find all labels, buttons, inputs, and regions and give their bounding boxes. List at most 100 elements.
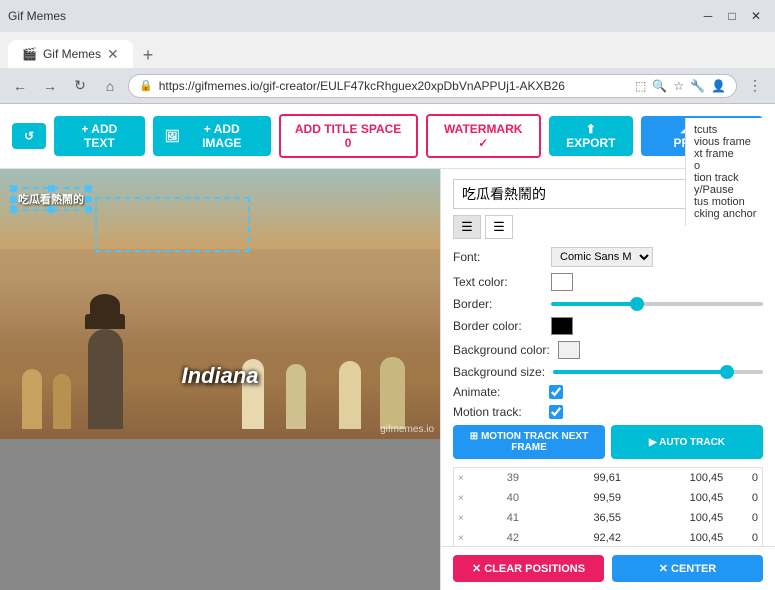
motion-track-label: Motion track:	[453, 405, 543, 419]
canvas-area: 吃瓜看熱鬧的 Indiana gifmemes.io	[0, 169, 440, 590]
table-row: × 42 92,42 100,45 0	[454, 528, 762, 546]
background-color-swatch[interactable]	[558, 341, 580, 359]
handle-bottom-middle[interactable]	[48, 206, 55, 213]
clear-positions-label: ✕ CLEAR POSITIONS	[472, 563, 585, 575]
add-image-button[interactable]: 🖼 + ADD IMAGE	[153, 116, 271, 156]
text-color-row: Text color:	[453, 273, 763, 291]
border-color-row: Border color:	[453, 317, 763, 335]
track-table-body: × 39 99,61 100,45 0 × 40 99,59 100,45 0 …	[454, 468, 762, 546]
border-color-swatch[interactable]	[551, 317, 573, 335]
border-color-label: Border color:	[453, 319, 543, 333]
shortcut-item-5: tion track	[694, 172, 767, 184]
row-s: 0	[727, 508, 762, 528]
handle-middle-left[interactable]	[10, 196, 17, 203]
title-bar: Gif Memes ─ □ ✕	[0, 0, 775, 32]
url-bar[interactable]: 🔒 https://gifmemes.io/gif-creator/EULF47…	[128, 74, 737, 98]
handle-bottom-left[interactable]	[10, 206, 17, 213]
close-button[interactable]: ✕	[745, 5, 767, 27]
handle-middle-right[interactable]	[85, 196, 92, 203]
add-title-space-label: ADD TITLE SPACE 0	[293, 122, 404, 150]
forward-button[interactable]: →	[38, 74, 62, 98]
delete-row-button[interactable]: ×	[454, 528, 488, 546]
screenshot-icon: ⬚	[635, 79, 646, 93]
align-left-button[interactable]: ☰	[453, 215, 481, 239]
app-content: ↺ + ADD TEXT 🖼 + ADD IMAGE ADD TITLE SPA…	[0, 104, 775, 590]
auto-track-label: AUTO TRACK	[659, 437, 725, 448]
row-x: 99,61	[538, 468, 625, 488]
title-space-box	[95, 197, 250, 252]
delete-row-button[interactable]: ×	[454, 468, 488, 488]
browser-frame: Gif Memes ─ □ ✕ 🎬 Gif Memes ✕ + ← → ↻ ⌂ …	[0, 0, 775, 104]
add-title-space-button[interactable]: ADD TITLE SPACE 0	[279, 114, 418, 158]
bookmark-icon: ☆	[673, 79, 684, 93]
gif-preview: 吃瓜看熱鬧的 Indiana gifmemes.io	[0, 169, 440, 439]
handle-top-left[interactable]	[10, 185, 17, 192]
handle-top-right[interactable]	[85, 185, 92, 192]
export-label: ⬆ EXPORT	[561, 122, 621, 150]
add-text-button[interactable]: + ADD TEXT	[54, 116, 145, 156]
motion-track-row: Motion track:	[453, 405, 763, 419]
maximize-button[interactable]: □	[721, 5, 743, 27]
animate-checkbox[interactable]	[549, 385, 563, 399]
font-row: Font: Comic Sans M Arial Impact	[453, 247, 763, 267]
back-button[interactable]: ←	[8, 74, 32, 98]
font-select[interactable]: Comic Sans M Arial Impact	[551, 247, 653, 267]
clear-positions-button[interactable]: ✕ CLEAR POSITIONS	[453, 555, 604, 582]
border-slider[interactable]	[551, 302, 763, 306]
tab-close-button[interactable]: ✕	[107, 47, 119, 61]
new-tab-button[interactable]: +	[137, 43, 160, 68]
row-s: 0	[727, 528, 762, 546]
shortcuts-panel: tcuts vious frame xt frame o tion track …	[685, 169, 775, 226]
minimize-button[interactable]: ─	[697, 5, 719, 27]
row-x: 36,55	[538, 508, 625, 528]
align-right-button[interactable]: ☰	[485, 215, 513, 239]
delete-row-button[interactable]: ×	[454, 508, 488, 528]
row-y: 100,45	[625, 528, 727, 546]
figure2	[53, 374, 71, 429]
extension-icon: 🔧	[690, 79, 705, 93]
figure4	[286, 364, 306, 429]
refresh-button[interactable]: ↻	[68, 74, 92, 98]
row-number: 41	[488, 508, 538, 528]
handle-bottom-right[interactable]	[85, 206, 92, 213]
watermark-button[interactable]: WATERMARK ✓	[426, 114, 541, 158]
text-element-selected[interactable]: 吃瓜看熱鬧的	[12, 187, 90, 211]
motion-track-buttons: ⊞ MOTION TRACK NEXT FRAME ▶ AUTO TRACK	[453, 425, 763, 459]
handle-top-middle[interactable]	[48, 185, 55, 192]
animate-row: Animate:	[453, 385, 763, 399]
row-x: 99,59	[538, 488, 625, 508]
figure5	[380, 357, 405, 429]
center-label: ✕ CENTER	[659, 563, 717, 575]
figure6	[339, 361, 361, 429]
right-panel: tcuts vious frame xt frame o tion track …	[440, 169, 775, 590]
watermark-label: WATERMARK ✓	[440, 122, 527, 150]
text-color-swatch[interactable]	[551, 273, 573, 291]
track-table-wrapper: × 39 99,61 100,45 0 × 40 99,59 100,45 0 …	[453, 467, 763, 546]
menu-button[interactable]: ⋮	[743, 74, 767, 98]
motion-track-next-frame-button[interactable]: ⊞ MOTION TRACK NEXT FRAME	[453, 425, 605, 459]
row-s: 0	[727, 488, 762, 508]
center-button[interactable]: ✕ CENTER	[612, 555, 763, 582]
profile-icon: 👤	[711, 79, 726, 93]
export-button[interactable]: ⬆ EXPORT	[549, 116, 633, 156]
row-y: 100,45	[625, 488, 727, 508]
search-icon: 🔍	[652, 79, 667, 93]
home-button[interactable]: ⌂	[98, 74, 122, 98]
align-right-icon: ☰	[493, 219, 505, 235]
row-x: 92,42	[538, 528, 625, 546]
border-label: Border:	[453, 297, 543, 311]
motion-track-checkbox[interactable]	[549, 405, 563, 419]
history-button[interactable]: ↺	[12, 123, 46, 149]
address-bar: ← → ↻ ⌂ 🔒 https://gifmemes.io/gif-creato…	[0, 68, 775, 104]
main-area: 吃瓜看熱鬧的 Indiana gifmemes.io tcuts vious f…	[0, 169, 775, 590]
figure-hat	[85, 314, 125, 329]
auto-track-button[interactable]: ▶ AUTO TRACK	[611, 425, 763, 459]
align-left-icon: ☰	[461, 219, 473, 235]
watermark-text: gifmemes.io	[380, 424, 434, 435]
delete-row-button[interactable]: ×	[454, 488, 488, 508]
next-frame-icon: ⊞	[470, 431, 478, 442]
row-number: 39	[488, 468, 538, 488]
active-tab[interactable]: 🎬 Gif Memes ✕	[8, 40, 133, 68]
background-size-slider[interactable]	[553, 370, 763, 374]
text-color-label: Text color:	[453, 275, 543, 289]
